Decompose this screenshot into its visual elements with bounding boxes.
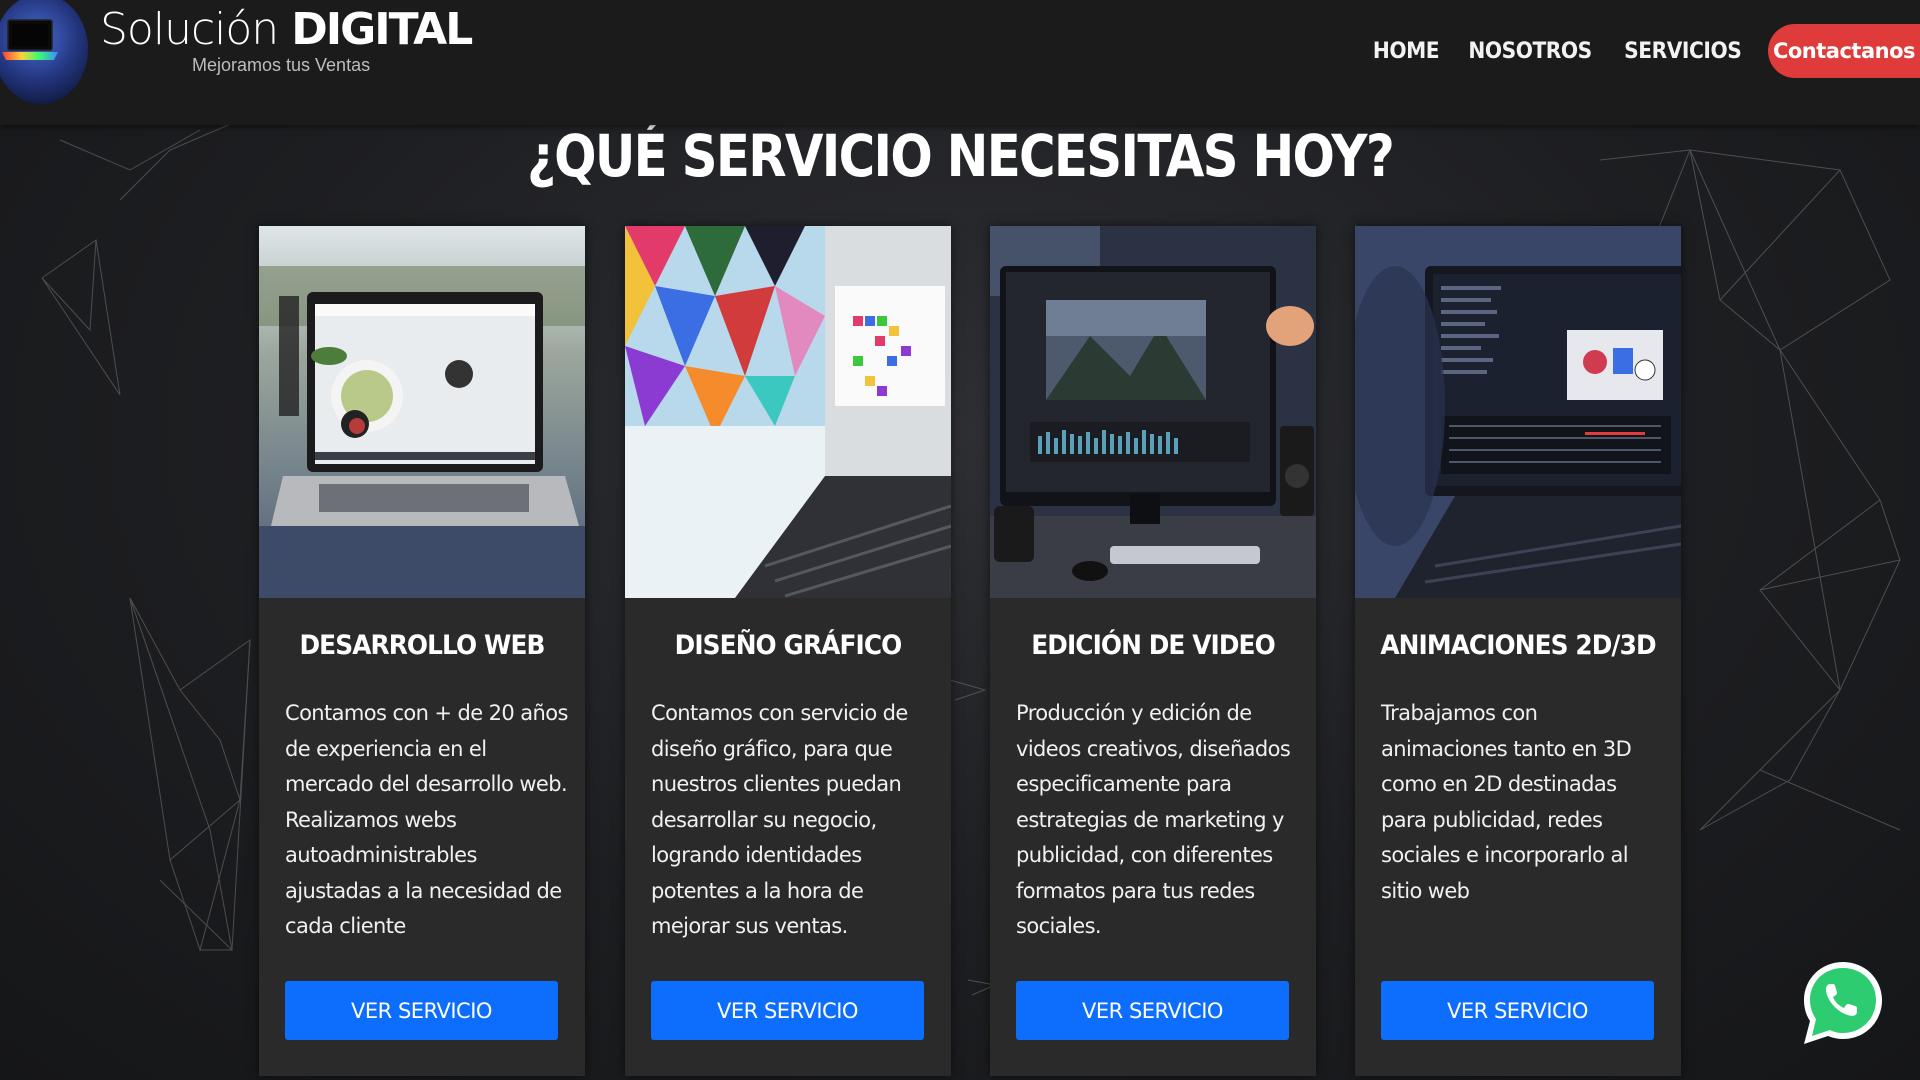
brand-name-bold: DIGITAL: [291, 4, 473, 55]
service-title: DESARROLLO WEB: [299, 630, 545, 661]
service-description: Contamos con servicio de diseño gráfico,…: [651, 701, 908, 938]
nav-nosotros[interactable]: NOSOTROS: [1469, 39, 1593, 64]
logo-badge[interactable]: [0, 0, 88, 104]
ver-servicio-button[interactable]: VER SERVICIO: [1381, 981, 1654, 1040]
nav-servicios[interactable]: SERVICIOS: [1624, 39, 1742, 64]
service-card-design: DISEÑO GRÁFICO Contamos con servicio de …: [625, 226, 951, 1076]
ver-servicio-button[interactable]: VER SERVICIO: [651, 981, 924, 1040]
service-image-animation: [1355, 226, 1681, 598]
brand-name-light: Solución: [100, 4, 279, 55]
service-description: Contamos con + de 20 años de experiencia…: [285, 701, 568, 938]
service-card-video: EDICIÓN DE VIDEO Producción y edición de…: [990, 226, 1316, 1076]
contact-button[interactable]: Contactanos: [1768, 24, 1920, 78]
page-title: ¿QUÉ SERVICIO NECESITAS HOY?: [526, 122, 1395, 190]
nav-home[interactable]: HOME: [1373, 39, 1440, 64]
service-card-animation: ANIMACIONES 2D/3D Trabajamos con animaci…: [1355, 226, 1681, 1076]
brand-tagline: Mejoramos tus Ventas: [192, 55, 371, 75]
service-description: Trabajamos con animaciones tanto en 3D c…: [1381, 701, 1632, 903]
service-card-web: DESARROLLO WEB Contamos con + de 20 años…: [259, 226, 585, 1076]
service-title: EDICIÓN DE VIDEO: [1031, 630, 1275, 661]
ver-servicio-button[interactable]: VER SERVICIO: [285, 981, 558, 1040]
laptop-logo-icon: [2, 19, 58, 60]
service-description: Producción y edición de videos creativos…: [1016, 701, 1291, 938]
whatsapp-icon[interactable]: [1800, 958, 1886, 1050]
service-title: DISEÑO GRÁFICO: [674, 630, 903, 661]
service-image-design: [625, 226, 951, 598]
ver-servicio-button[interactable]: VER SERVICIO: [1016, 981, 1289, 1040]
service-image-web: [259, 226, 585, 598]
service-image-video: [990, 226, 1316, 598]
main-nav: HOME NOSOTROS SERVICIOS Contactanos: [1370, 24, 1920, 78]
site-header: Solución DIGITAL Mejoramos tus Ventas HO…: [0, 0, 1920, 125]
service-title: ANIMACIONES 2D/3D: [1380, 630, 1656, 661]
brand-name[interactable]: Solución DIGITAL: [100, 4, 473, 55]
